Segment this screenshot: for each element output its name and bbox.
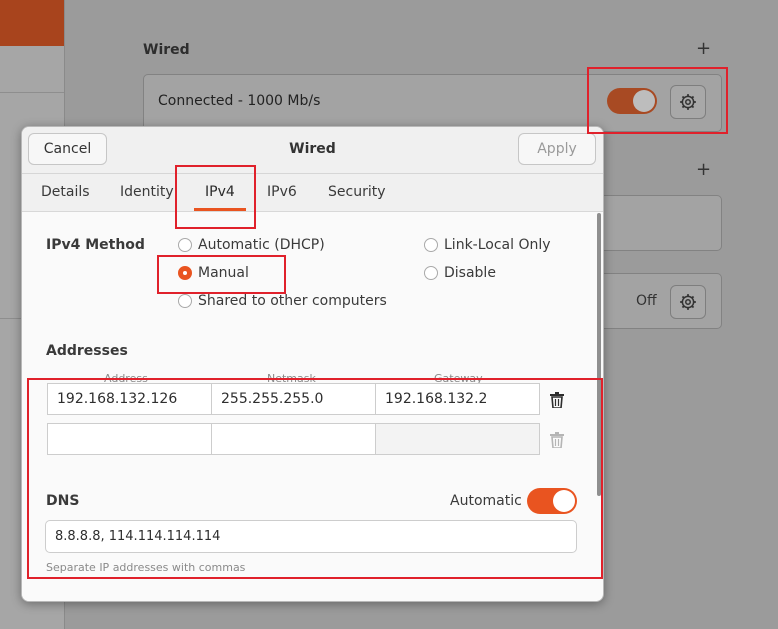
tab-security[interactable]: Security (328, 184, 386, 200)
wired-section-heading: Wired (143, 42, 190, 58)
sidebar-selected-item[interactable] (0, 0, 64, 46)
method-disable[interactable]: Disable (424, 265, 496, 281)
radio-label: Link-Local Only (444, 237, 551, 253)
highlight-box-manual (157, 255, 286, 294)
ipv4-method-label: IPv4 Method (46, 237, 145, 253)
radio-label: Shared to other computers (198, 293, 387, 309)
gear-icon (680, 294, 696, 310)
tab-identity[interactable]: Identity (120, 184, 174, 200)
radio-circle[interactable] (178, 294, 192, 308)
method-automatic-dhcp[interactable]: Automatic (DHCP) (178, 237, 325, 253)
radio-label: Automatic (DHCP) (198, 237, 325, 253)
dialog-header-bar: Cancel Wired Apply (22, 127, 603, 174)
connection-status-text: Connected - 1000 Mb/s (158, 93, 321, 109)
method-shared[interactable]: Shared to other computers (178, 293, 387, 309)
proxy-settings-button[interactable] (670, 285, 706, 319)
dialog-title: Wired (289, 141, 336, 157)
radio-label: Disable (444, 265, 496, 281)
vpn-card (590, 195, 722, 251)
add-wired-plus-icon[interactable]: + (696, 40, 711, 58)
highlight-box-ipv4-tab (175, 165, 256, 229)
radio-circle[interactable] (178, 238, 192, 252)
method-link-local[interactable]: Link-Local Only (424, 237, 551, 253)
highlight-box-addresses-dns (27, 378, 603, 579)
tab-ipv6[interactable]: IPv6 (267, 184, 297, 200)
proxy-status-text: Off (636, 293, 657, 309)
sidebar-divider (0, 92, 64, 93)
add-connection-plus-icon[interactable]: + (696, 161, 711, 179)
radio-circle[interactable] (424, 266, 438, 280)
addresses-label: Addresses (46, 343, 128, 359)
highlight-box-wired-controls (587, 67, 728, 134)
dialog-tabs: Details Identity IPv4 IPv6 Security (22, 174, 603, 212)
radio-circle[interactable] (424, 238, 438, 252)
apply-button[interactable]: Apply (518, 133, 596, 165)
tab-details[interactable]: Details (41, 184, 90, 200)
